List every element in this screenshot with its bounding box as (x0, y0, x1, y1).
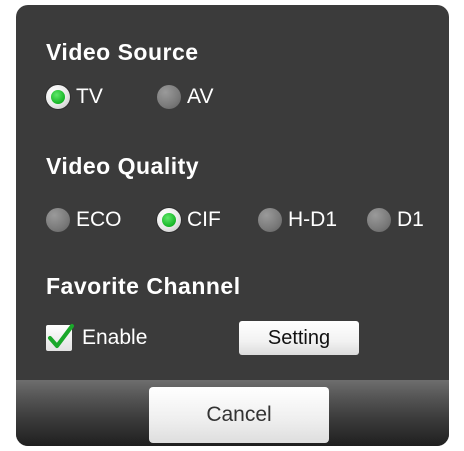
radio-av-label: AV (187, 85, 214, 108)
checkbox-box (46, 324, 74, 351)
radio-tv[interactable]: TV (46, 82, 103, 112)
enable-checkbox[interactable]: Enable (46, 324, 148, 351)
enable-label: Enable (82, 326, 148, 349)
radio-eco-label: ECO (76, 208, 122, 231)
radio-unselected-icon (258, 208, 282, 232)
radio-unselected-icon (46, 208, 70, 232)
cancel-button[interactable]: Cancel (149, 387, 329, 443)
radio-tv-label: TV (76, 85, 103, 108)
radio-cif[interactable]: CIF (157, 205, 221, 235)
favorite-channel-title: Favorite Channel (46, 273, 241, 299)
setting-button[interactable]: Setting (239, 321, 359, 355)
radio-unselected-icon (367, 208, 391, 232)
radio-d1[interactable]: D1 (367, 205, 424, 235)
video-settings-dialog: Video Source TV AV Video Quality ECO CIF… (16, 5, 449, 446)
radio-cif-label: CIF (187, 208, 221, 231)
radio-d1-label: D1 (397, 208, 424, 231)
radio-eco[interactable]: ECO (46, 205, 122, 235)
radio-av[interactable]: AV (157, 82, 213, 112)
radio-selected-icon (46, 85, 70, 109)
radio-selected-icon (157, 208, 181, 232)
video-source-title: Video Source (46, 39, 199, 65)
radio-hd1[interactable]: H-D1 (258, 205, 337, 235)
radio-unselected-icon (157, 85, 181, 109)
radio-hd1-label: H-D1 (288, 208, 338, 231)
checkmark-icon (48, 324, 74, 348)
video-quality-title: Video Quality (46, 153, 200, 179)
